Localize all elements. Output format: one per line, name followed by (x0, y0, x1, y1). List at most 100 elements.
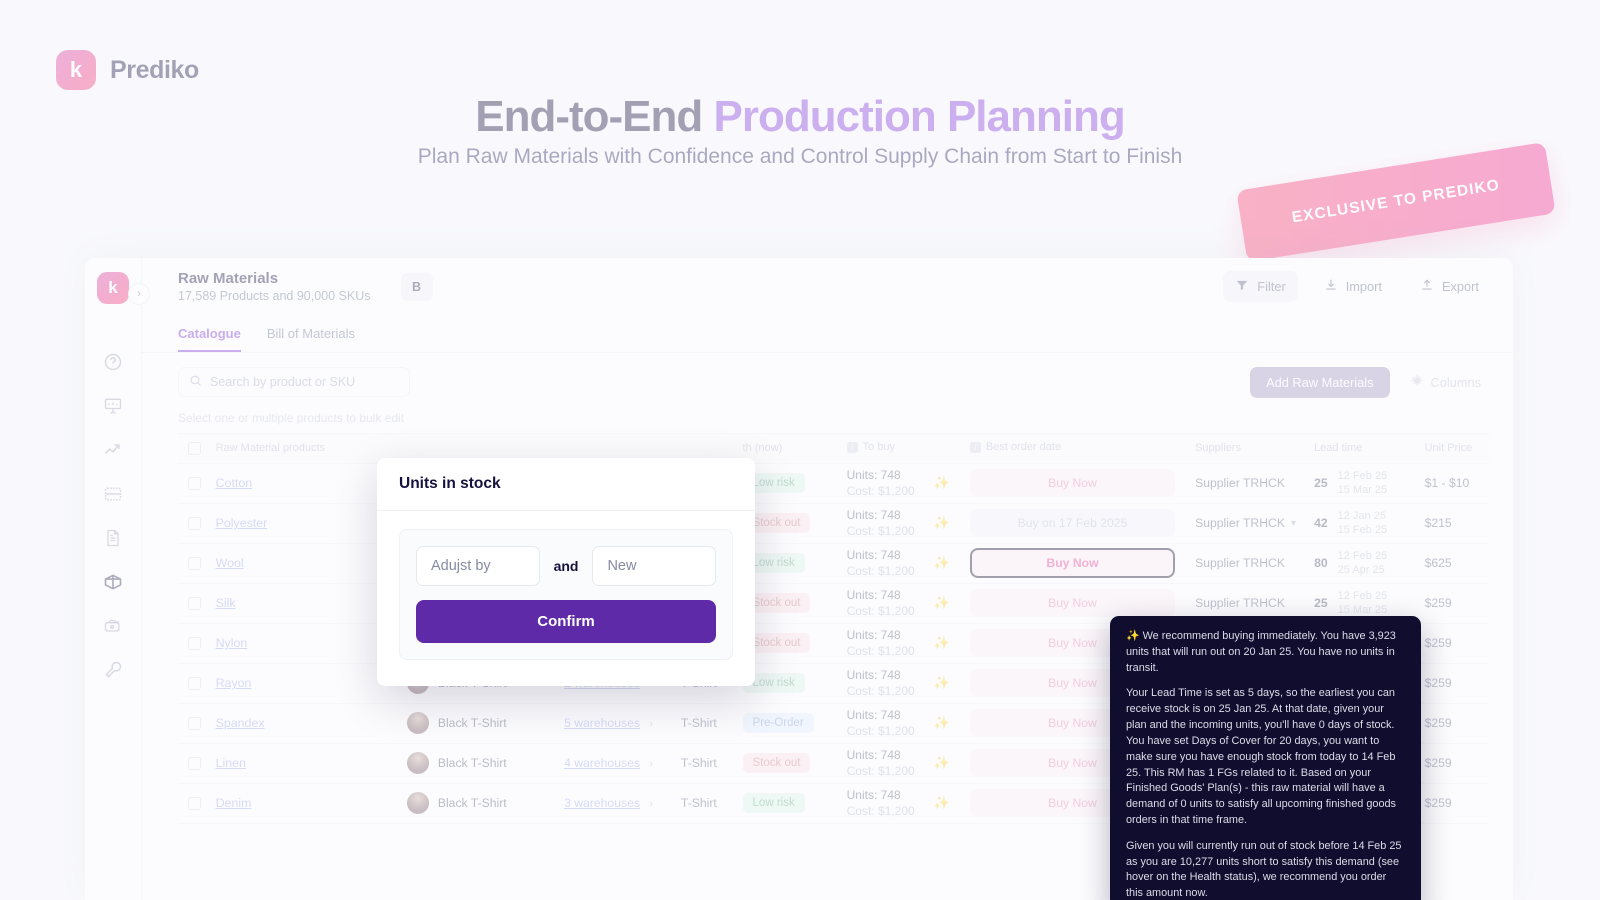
table-row[interactable]: Wool Black T-Shirt 3 warehouses › T-Shir… (178, 543, 1489, 584)
select-all-checkbox[interactable] (188, 441, 201, 455)
material-cell[interactable]: Rayon (205, 663, 397, 704)
columns-button[interactable]: Columns (1402, 374, 1490, 391)
material-cell[interactable]: Spandex (205, 703, 397, 744)
warehouses-cell[interactable]: 5 warehouses › (554, 703, 671, 744)
row-checkbox[interactable] (188, 556, 201, 570)
row-select-cell[interactable] (178, 663, 206, 704)
new-value-input[interactable]: New (592, 546, 717, 586)
row-checkbox[interactable] (188, 756, 201, 770)
row-checkbox[interactable] (188, 636, 201, 650)
select-all-header[interactable] (178, 433, 206, 464)
to-buy-units: Units: 748 (846, 467, 901, 482)
lead-time-to: 15 Feb 25 (1337, 524, 1388, 536)
row-select-cell[interactable] (178, 503, 206, 544)
best-order-date-cell[interactable]: Buy Now (959, 543, 1186, 584)
warehouses-cell[interactable]: 4 warehouses › (554, 743, 671, 784)
row-select-cell[interactable] (178, 623, 206, 664)
row-checkbox[interactable] (188, 476, 201, 490)
material-link[interactable]: Silk (216, 596, 236, 610)
filter-button[interactable]: Filter (1223, 271, 1298, 302)
col-unit-price[interactable]: Unit Price (1414, 433, 1489, 464)
material-cell[interactable]: Cotton (205, 463, 397, 504)
row-select-cell[interactable] (178, 463, 206, 504)
material-cell[interactable]: Linen (205, 743, 397, 784)
modal-header: Units in stock (377, 458, 755, 511)
card-icon[interactable] (95, 472, 131, 516)
col-lead-time[interactable]: Lead time (1304, 433, 1415, 464)
row-select-cell[interactable] (178, 703, 206, 744)
best-order-date-cell[interactable]: Buy Now (959, 463, 1186, 504)
health-badge: Stock out (742, 753, 811, 773)
warehouses-link[interactable]: 3 warehouses (564, 796, 640, 810)
col-suppliers[interactable]: Suppliers (1185, 433, 1305, 464)
material-cell[interactable]: Nylon (205, 623, 397, 664)
warehouses-link[interactable]: 5 warehouses (564, 716, 640, 730)
material-cell[interactable]: Wool (205, 543, 397, 584)
warehouses-cell[interactable]: 3 warehouses › (554, 783, 671, 824)
table-header: Raw Material products th (now) To buy Be… (178, 433, 1489, 464)
chevron-right-icon: › (649, 798, 654, 810)
buy-now-button[interactable]: Buy on 17 Feb 2025 (969, 509, 1176, 537)
buy-now-button[interactable]: Buy Now (969, 589, 1176, 617)
material-link[interactable]: Spandex (216, 716, 265, 730)
material-link[interactable]: Nylon (216, 636, 248, 650)
buy-now-button[interactable]: Buy Now (969, 548, 1176, 578)
material-link[interactable]: Polyester (216, 516, 268, 530)
help-icon[interactable] (95, 340, 131, 384)
chevron-down-icon[interactable]: ▾ (1291, 518, 1296, 529)
presentation-icon[interactable] (95, 384, 131, 428)
product-cell: Black T-Shirt (396, 703, 555, 744)
col-best-order-date[interactable]: Best order date (959, 433, 1186, 464)
unit-price-cell: $259 (1414, 743, 1489, 784)
wrench-icon[interactable] (95, 648, 131, 692)
hero-subtitle: Plan Raw Materials with Confidence and C… (417, 145, 1183, 168)
material-link[interactable]: Denim (216, 796, 252, 810)
tab-bill-of-materials[interactable]: Bill of Materials (267, 326, 355, 352)
material-link[interactable]: Linen (216, 756, 246, 770)
table-row[interactable]: Polyester Black T-Shirt 3 warehouses › T… (178, 503, 1489, 544)
package-icon[interactable] (95, 560, 131, 604)
export-button[interactable]: Export (1408, 271, 1491, 302)
to-buy-cell: Units: 748 Cost: $1,200 ✨ (836, 663, 960, 704)
supplier-cell[interactable]: Supplier TRHCK (1185, 463, 1305, 504)
health-badge: Pre-Order (742, 713, 814, 733)
supplier-cell[interactable]: Supplier TRHCK (1185, 543, 1305, 584)
adjust-by-input[interactable]: Adujst by (416, 546, 540, 586)
add-raw-materials-button[interactable]: Add Raw Materials (1250, 366, 1390, 398)
table-row[interactable]: Cotton Black T-Shirt 3 warehouses › T-Sh… (178, 463, 1489, 504)
material-cell[interactable]: Silk (205, 583, 397, 624)
row-select-cell[interactable] (178, 583, 206, 624)
buy-now-button[interactable]: Buy Now (969, 469, 1176, 497)
best-order-date-cell[interactable]: Buy on 17 Feb 2025 (959, 503, 1186, 544)
trending-up-icon[interactable] (95, 428, 131, 472)
sidebar-expand-chevron-icon[interactable]: › (128, 283, 150, 305)
row-checkbox[interactable] (188, 796, 201, 810)
material-link[interactable]: Wool (216, 556, 244, 570)
row-checkbox[interactable] (188, 676, 201, 690)
lead-time-from: 12 Feb 25 (1337, 549, 1388, 562)
material-link[interactable]: Cotton (216, 476, 253, 490)
col-to-buy[interactable]: To buy (836, 433, 960, 464)
row-checkbox[interactable] (188, 716, 201, 730)
material-cell[interactable]: Polyester (205, 503, 397, 544)
sidebar-logo-icon[interactable]: k (97, 272, 129, 304)
row-select-cell[interactable] (178, 543, 206, 584)
supplier-cell[interactable]: Supplier TRHCK ▾ (1185, 503, 1305, 544)
sidebar-rail: k (85, 258, 142, 900)
row-select-cell[interactable] (178, 743, 206, 784)
import-button[interactable]: Import (1312, 271, 1394, 302)
warehouses-link[interactable]: 4 warehouses (564, 756, 640, 770)
product-cell: Black T-Shirt (396, 783, 555, 824)
row-select-cell[interactable] (178, 783, 206, 824)
document-icon[interactable] (95, 516, 131, 560)
confirm-button[interactable]: Confirm (416, 600, 716, 643)
tab-catalogue[interactable]: Catalogue (178, 326, 241, 352)
row-checkbox[interactable] (188, 596, 201, 610)
material-cell[interactable]: Denim (205, 783, 397, 824)
material-link[interactable]: Rayon (216, 676, 252, 690)
col-raw-material-products[interactable]: Raw Material products (205, 433, 397, 464)
search-input[interactable]: Search by product or SKU (178, 367, 410, 397)
sparkle-icon: ✨ (933, 555, 950, 570)
payment-icon[interactable] (95, 604, 131, 648)
row-checkbox[interactable] (188, 516, 201, 530)
